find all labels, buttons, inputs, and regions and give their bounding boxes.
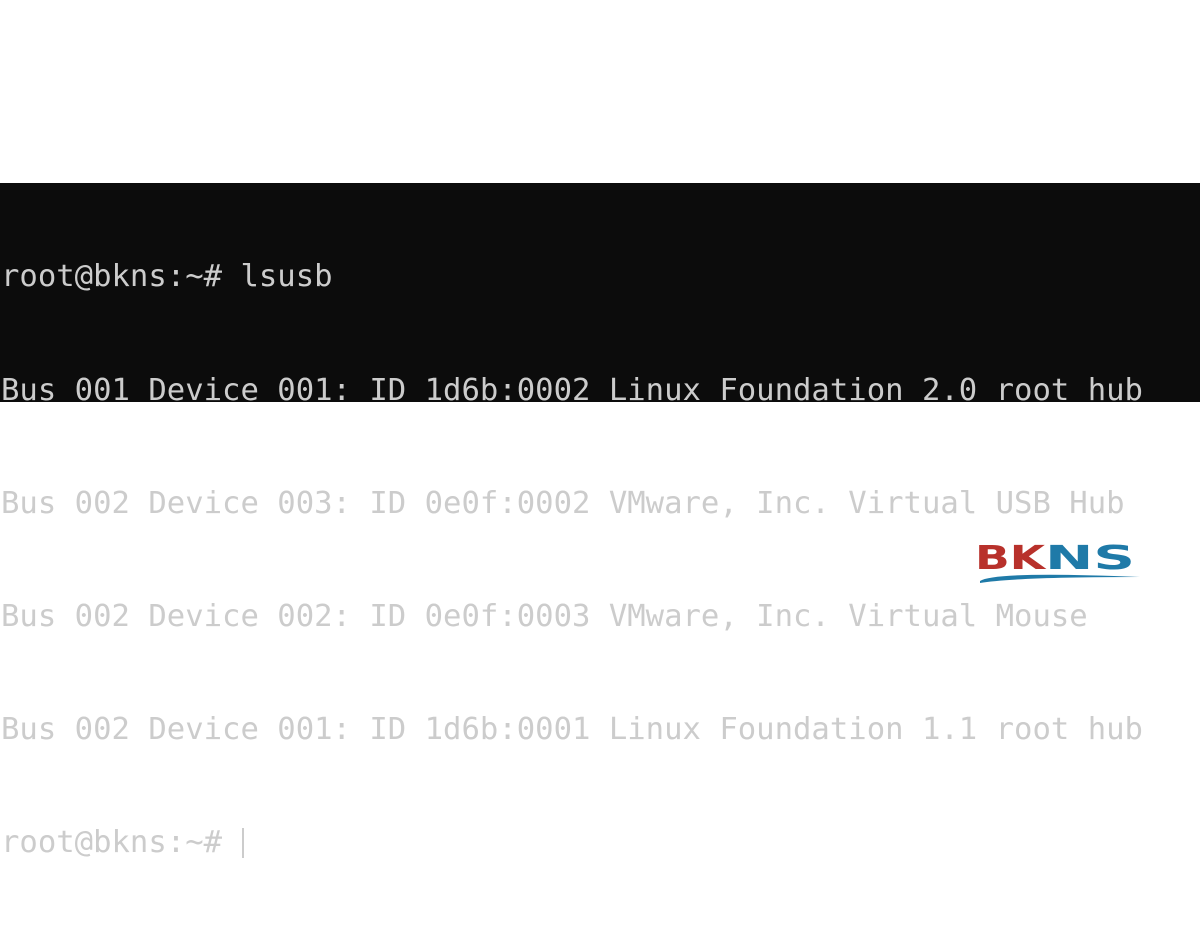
svg-text:BK: BK <box>975 539 1047 577</box>
terminal-line: Bus 002 Device 003: ID 0e0f:0002 VMware,… <box>1 485 1125 521</box>
terminal-prompt: root@bkns:~# <box>1 824 241 860</box>
terminal-line: Bus 002 Device 002: ID 0e0f:0003 VMware,… <box>1 598 1088 634</box>
terminal-line: Bus 002 Device 001: ID 1d6b:0001 Linux F… <box>1 711 1143 747</box>
terminal-prompt-line[interactable]: root@bkns:~# <box>1 824 1143 862</box>
terminal-line: root@bkns:~# lsusb <box>1 259 333 295</box>
terminal-line: Bus 001 Device 001: ID 1d6b:0002 Linux F… <box>1 372 1143 408</box>
terminal-output: root@bkns:~# lsusb Bus 001 Device 001: I… <box>1 183 1143 937</box>
text-cursor <box>242 827 245 858</box>
terminal-window[interactable]: root@bkns:~# lsusb Bus 001 Device 001: I… <box>0 183 1200 860</box>
bkns-logo: BK NS <box>975 539 1140 583</box>
svg-text:NS: NS <box>1045 539 1135 577</box>
